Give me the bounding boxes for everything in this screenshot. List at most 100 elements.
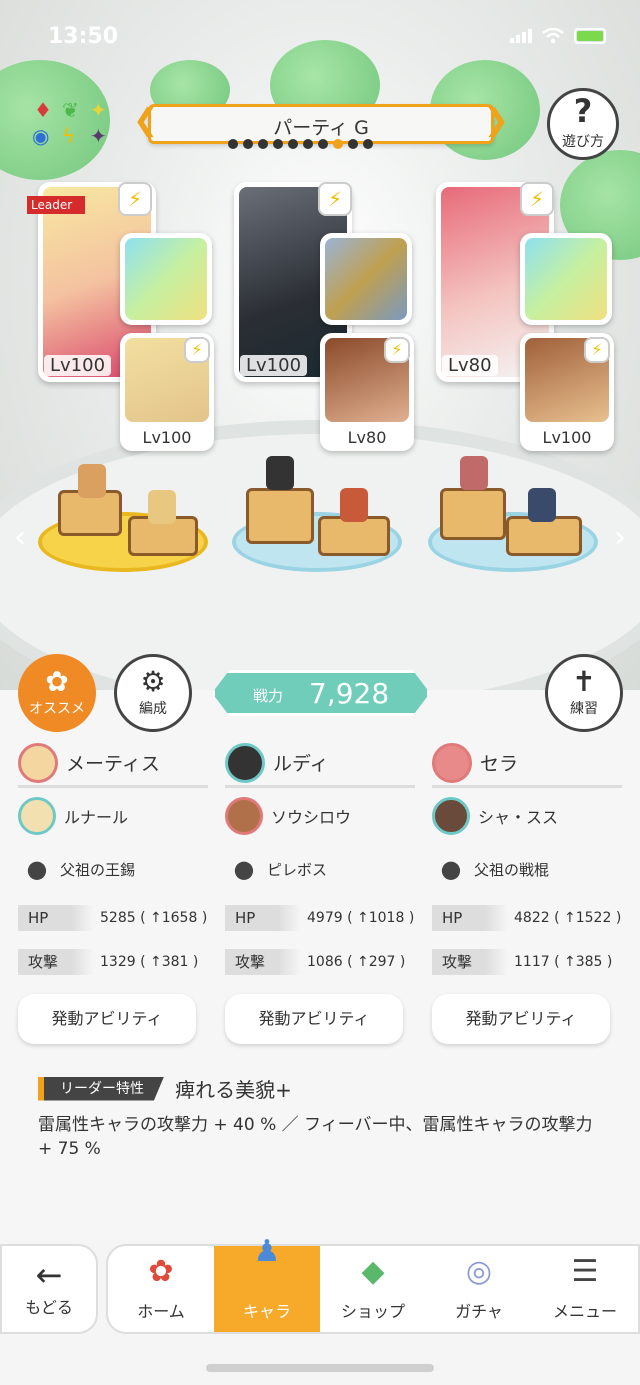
party-page-dots[interactable] [228,139,373,149]
weapon-row[interactable]: ● 父祖の戦棍 [432,844,622,894]
party-selector: ❮ パーティ G ❯ [133,103,509,144]
weapon-slot[interactable] [120,233,212,325]
staff-icon [525,238,607,320]
wind-element-icon: ❦ [62,98,79,122]
status-icons [510,28,606,44]
avatar [225,742,265,783]
leader-trait-description: 雷属性キャラの攻撃力 + 40 % ／ フィーバー中、雷属性キャラの攻撃力 + … [38,1115,593,1159]
tab-gacha[interactable]: ◎ ガチャ [426,1246,532,1332]
sub-member-card[interactable]: ⚡ Lv80 [320,333,414,451]
character-sprite [460,456,488,490]
status-time: 13:50 [48,24,119,49]
book-icon [325,238,407,320]
attack-stat: 攻撃 1117 ( ↑385 ) [432,942,622,982]
element-icons[interactable]: ♦ ❦ ✦ ◉ ϟ ✦ [28,98,116,152]
leader-trait-title: 痺れる美貌+ [175,1078,292,1102]
leader-badge: Leader [27,196,85,214]
next-party-button[interactable]: ❯ [484,103,509,138]
lightning-icon: ⚡ [318,182,352,216]
character-stage [232,456,402,572]
light-element-icon: ✦ [90,98,107,122]
member-column: メーティス ルナール ● 父祖の王錫 HP 5285 ( ↑1658 ) 攻撃 … [18,740,208,1044]
battery-icon [574,28,606,44]
gacha-portal-icon: ◎ [465,1254,493,1289]
tab-home[interactable]: ✿ ホーム [108,1246,214,1332]
avatar [18,797,56,835]
character-sprite [148,490,176,524]
scroll-left-arrow[interactable]: ‹ [14,520,26,555]
tab-menu[interactable]: ☰ メニュー [532,1246,638,1332]
avatar [432,742,472,783]
person-gear-icon: ⚙ [140,665,166,698]
hp-stat: HP 4979 ( ↑1018 ) [225,898,415,938]
leader-trait: リーダー特性 痺れる美貌+ 雷属性キャラの攻撃力 + 40 % ／ フィーバー中… [38,1074,618,1161]
lightning-icon: ⚡ [384,337,410,363]
recommend-button[interactable]: ✿ オススメ [18,654,96,732]
party-title: パーティ G [273,117,369,139]
lightning-icon: ⚡ [520,182,554,216]
member-row[interactable]: メーティス [18,740,208,788]
home-icon: ✿ [148,1254,174,1289]
party-detail-panel: ✿ オススメ ⚙ 編成 戦力 7,928 ✝ 練習 メーティス ルナール ● 父… [0,654,640,1240]
recommend-icon: ✿ [45,665,69,698]
menu-list-icon: ☰ [571,1254,599,1289]
weapon-row[interactable]: ● ピレボス [225,844,415,894]
lightning-icon: ⚡ [584,337,610,363]
weapon-slot[interactable] [320,233,412,325]
sub-member-row[interactable]: シャ・スス [432,788,622,844]
signal-icon [510,29,532,43]
scroll-right-arrow[interactable]: › [614,520,626,555]
sub-member-row[interactable]: ソウシロウ [225,788,415,844]
tab-chara[interactable]: ♟ キャラ [214,1234,320,1332]
back-button[interactable]: ← もどる [0,1244,98,1334]
shop-bag-icon: ◆ [361,1254,385,1289]
tab-shop[interactable]: ◆ ショップ [320,1246,426,1332]
weapon-slot[interactable] [520,233,612,325]
leader-trait-tag: リーダー特性 [38,1076,164,1101]
ability-button[interactable]: 発動アビリティ [18,994,196,1044]
weapon-row[interactable]: ● 父祖の王錫 [18,844,208,894]
status-bar: 13:50 [0,22,640,56]
character-icon: ♟ [253,1234,281,1269]
sub-member-card[interactable]: ⚡ Lv100 [520,333,614,451]
power-value: 7,928 [309,677,390,710]
avatar [18,742,58,783]
question-icon: ? [573,92,593,130]
practice-button[interactable]: ✝ 練習 [545,654,623,732]
water-element-icon: ◉ [32,124,50,148]
member-row[interactable]: ルディ [225,740,415,788]
avatar [432,797,470,835]
hp-stat: HP 4822 ( ↑1522 ) [432,898,622,938]
scepter-icon [125,238,207,320]
fire-element-icon: ♦ [34,98,52,122]
ability-button[interactable]: 発動アビリティ [432,994,610,1044]
dark-element-icon: ✦ [90,124,107,148]
power-display: 戦力 7,928 [212,670,430,716]
ability-button[interactable]: 発動アビリティ [225,994,403,1044]
sub-member-row[interactable]: ルナール [18,788,208,844]
avatar [225,797,263,835]
lightning-icon: ⚡ [118,182,152,216]
member-column: セラ シャ・スス ● 父祖の戦棍 HP 4822 ( ↑1522 ) 攻撃 11… [432,740,622,1044]
weapon-bag-icon: ● [233,855,255,883]
weapon-bag-icon: ● [440,855,462,883]
character-stage [38,462,208,572]
back-arrow-icon: ← [35,1256,63,1294]
character-sprite [340,488,368,522]
wifi-icon [542,28,564,44]
member-column: ルディ ソウシロウ ● ピレボス HP 4979 ( ↑1018 ) 攻撃 10… [225,740,415,1044]
main-tabs: ✿ ホーム ♟ キャラ ◆ ショップ ◎ ガチャ ☰ メニュー [106,1234,640,1334]
attack-stat: 攻撃 1086 ( ↑297 ) [225,942,415,982]
attack-stat: 攻撃 1329 ( ↑381 ) [18,942,208,982]
hp-stat: HP 5285 ( ↑1658 ) [18,898,208,938]
formation-button[interactable]: ⚙ 編成 [114,654,192,732]
weapon-bag-icon: ● [26,855,48,883]
home-indicator[interactable] [206,1364,434,1372]
thunder-element-icon: ϟ [62,124,76,148]
character-stage [428,456,598,572]
character-sprite [266,456,294,490]
member-row[interactable]: セラ [432,740,622,788]
character-sprite [528,488,556,522]
help-button[interactable]: ? 遊び方 [547,88,619,160]
sub-member-card[interactable]: ⚡ Lv100 [120,333,214,451]
